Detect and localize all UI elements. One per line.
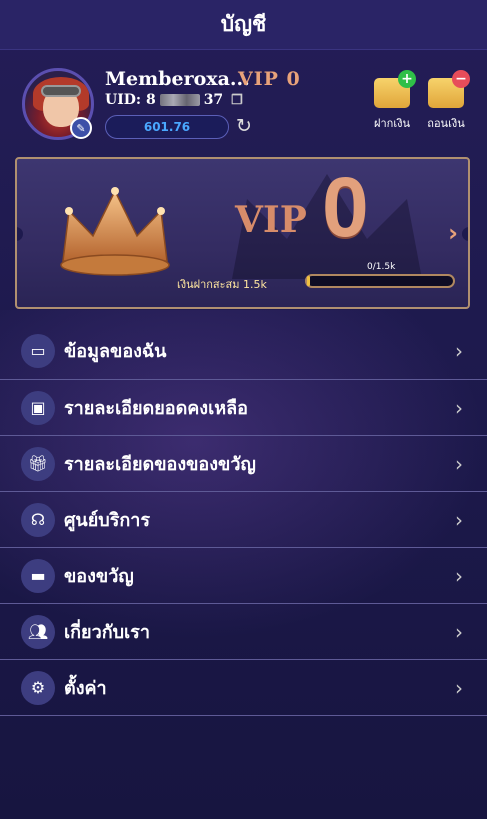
page-title: บัญชี [220, 12, 267, 36]
avatar-goggles [41, 85, 81, 97]
menu-item-label: ข้อมูลของฉัน [64, 341, 167, 362]
chevron-right-icon: › [455, 507, 463, 532]
deposit-total-label: เงินฝากสะสม 1.5k [177, 278, 267, 291]
vip-label: VIP [235, 199, 307, 241]
withdraw-icon: − [428, 70, 470, 108]
vip-level-badge: VIP 0 [238, 68, 301, 90]
vip-progress-fill [307, 276, 310, 286]
deposit-label: ฝากเงิน [374, 117, 410, 130]
copy-icon[interactable]: ❐ [231, 93, 243, 108]
crown-icon [60, 187, 170, 276]
chevron-right-icon: › [455, 563, 463, 588]
chevron-right-icon: › [455, 338, 463, 363]
gift-icon: 🎁︎ [21, 446, 55, 481]
menu-item-gift-details[interactable]: 🎁︎ รายละเอียดของของขวัญ › [0, 436, 487, 492]
refresh-icon[interactable]: ↻ [236, 115, 252, 137]
menu-item-about-us[interactable]: 👥︎ เกี่ยวกับเรา › [0, 604, 487, 660]
menu-item-label: ตั้งค่า [64, 678, 107, 699]
uid-suffix: 37 [203, 92, 224, 108]
page-header: บัญชี [0, 0, 487, 50]
menu-item-settings[interactable]: ⚙ ตั้งค่า › [0, 660, 487, 716]
vip-level-number: 0 [322, 160, 369, 254]
chevron-right-icon[interactable]: › [448, 219, 458, 247]
balance-display: 601.76 [105, 115, 229, 139]
headset-icon: ☊ [21, 502, 55, 537]
uid-prefix: UID: 8 [105, 92, 156, 108]
menu-list: ▭ ข้อมูลของฉัน › ▣ รายละเอียดยอดคงเหลือ … [0, 322, 487, 716]
menu-item-gifts[interactable]: ▬ ของขวัญ › [0, 548, 487, 604]
balance-value: 601.76 [143, 120, 191, 134]
menu-item-service-center[interactable]: ☊ ศูนย์บริการ › [0, 492, 487, 548]
progress-text: 0/1.5k [367, 262, 396, 272]
menu-item-label: รายละเอียดของของขวัญ [64, 454, 256, 475]
edit-avatar-icon[interactable]: ✎ [70, 117, 92, 139]
chevron-right-icon: › [455, 619, 463, 644]
uid-redacted [159, 94, 200, 106]
menu-item-label: ของขวัญ [64, 566, 134, 587]
menu-item-label: ศูนย์บริการ [64, 510, 151, 531]
card-icon: ▭ [21, 333, 55, 368]
chevron-right-icon: › [455, 395, 463, 420]
menu-item-label: รายละเอียดยอดคงเหลือ [64, 398, 248, 419]
deposit-button[interactable]: + ฝากเงิน [366, 70, 418, 132]
vip-card[interactable]: VIP 0 › 0/1.5k เงินฝากสะสม 1.5k [15, 157, 470, 309]
users-icon: 👥︎ [21, 614, 55, 649]
vip-progress-bar [305, 274, 455, 288]
deposit-icon: + [374, 70, 416, 108]
username: Memberoxa... [105, 68, 250, 90]
wallet-icon: ▣ [21, 390, 55, 425]
menu-item-balance-details[interactable]: ▣ รายละเอียดยอดคงเหลือ › [0, 380, 487, 436]
gear-icon: ⚙ [21, 670, 55, 705]
chevron-right-icon: › [455, 675, 463, 700]
uid-row: UID: 8 37 ❐ [105, 92, 243, 108]
chevron-right-icon: › [455, 451, 463, 476]
menu-item-label: เกี่ยวกับเรา [64, 622, 150, 643]
withdraw-button[interactable]: − ถอนเงิน [420, 70, 472, 132]
withdraw-label: ถอนเงิน [427, 117, 465, 130]
ticket-icon: ▬ [21, 558, 55, 593]
menu-item-my-info[interactable]: ▭ ข้อมูลของฉัน › [0, 322, 487, 380]
